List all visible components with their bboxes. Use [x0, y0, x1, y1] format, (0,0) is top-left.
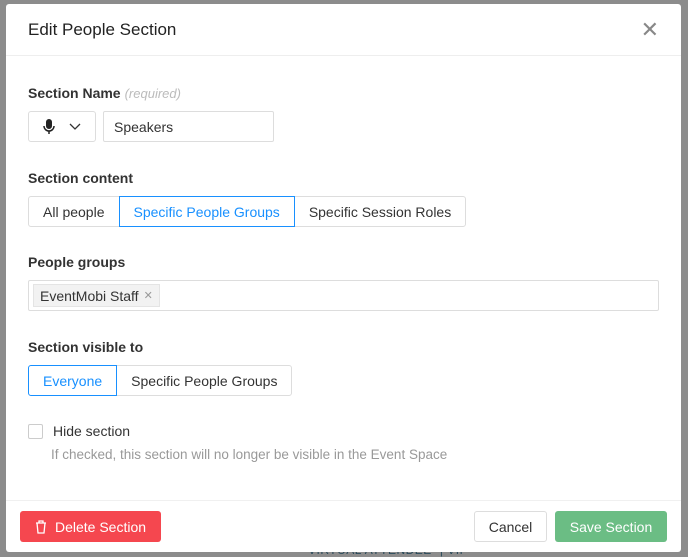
hide-section-checkbox-row[interactable]: Hide section [28, 423, 659, 439]
group-tag: EventMobi Staff ✕ [33, 284, 160, 307]
section-name-label: Section Name (required) [28, 85, 659, 101]
microphone-icon [43, 118, 55, 134]
option-all-people[interactable]: All people [28, 196, 120, 227]
section-content-label: Section content [28, 170, 134, 186]
section-content-selector: All people Specific People Groups Specif… [28, 196, 659, 227]
delete-label: Delete Section [54, 518, 147, 535]
option-everyone[interactable]: Everyone [28, 365, 118, 396]
save-section-button[interactable]: Save Section [555, 511, 667, 542]
modal-title: Edit People Section [28, 19, 177, 39]
section-name-input[interactable] [103, 111, 274, 142]
option-specific-people-groups[interactable]: Specific People Groups [116, 365, 293, 396]
cancel-button[interactable]: Cancel [474, 511, 547, 542]
label-text: Section Name [28, 85, 121, 101]
option-specific-session-roles[interactable]: Specific Session Roles [293, 196, 467, 227]
close-icon[interactable]: ✕ [641, 17, 659, 43]
modal-header: Edit People Section ✕ [6, 4, 681, 56]
people-groups-select[interactable]: EventMobi Staff ✕ [28, 280, 659, 311]
hide-section-hint: If checked, this section will no longer … [51, 447, 448, 462]
remove-tag-icon[interactable]: ✕ [144, 289, 153, 302]
trash-icon [35, 519, 46, 534]
people-groups-label: People groups [28, 254, 126, 270]
required-hint: (required) [124, 86, 181, 101]
delete-section-button[interactable]: Delete Section [20, 511, 161, 542]
chevron-down-icon [69, 123, 81, 130]
option-specific-people-groups[interactable]: Specific People Groups [118, 196, 295, 227]
icon-select[interactable] [28, 111, 96, 142]
hide-section-label: Hide section [53, 423, 131, 439]
tag-label: EventMobi Staff [40, 287, 139, 304]
modal-footer: Delete Section Cancel Save Section [6, 500, 681, 552]
edit-people-section-modal: Edit People Section ✕ Section Name (requi… [6, 4, 681, 552]
visible-to-label: Section visible to [28, 339, 144, 355]
hide-section-checkbox[interactable] [28, 423, 43, 439]
visible-to-selector: Everyone Specific People Groups [28, 365, 659, 396]
